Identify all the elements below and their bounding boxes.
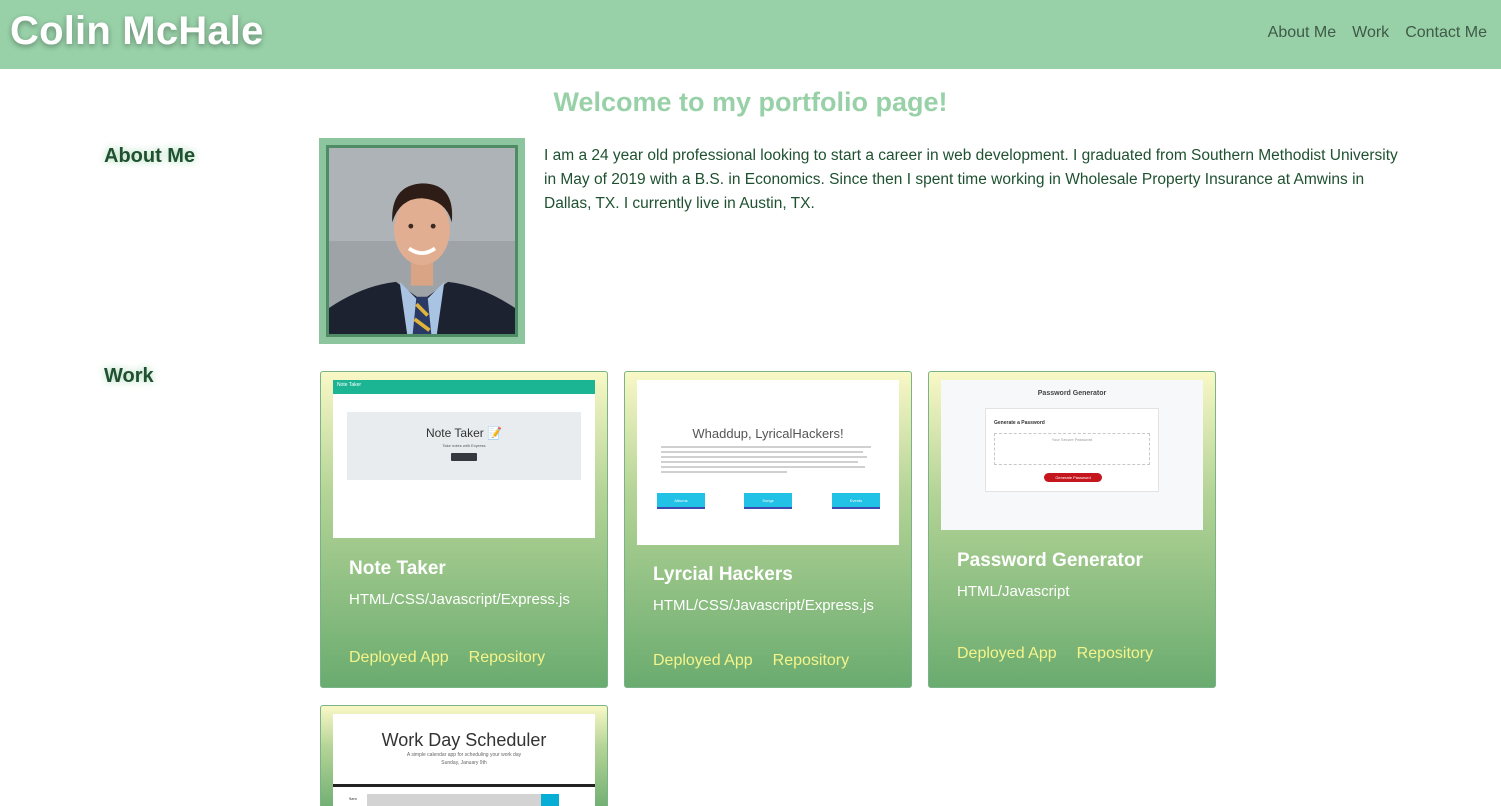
repository-link[interactable]: Repository [773, 652, 849, 670]
screenshot-paragraph [661, 446, 871, 476]
screenshot-button: Songs [744, 493, 792, 509]
screenshot-date: Sunday, January 9th [441, 760, 487, 766]
project-screenshot: Whaddup, LyricalHackers! Albums Songs Ev… [637, 380, 899, 545]
screenshot-heading: Password Generator [1037, 390, 1107, 397]
screenshot-jumbotron: Note Taker 📝 Take notes with Express [347, 412, 581, 480]
project-tech: HTML/CSS/Javascript/Express.js [653, 597, 874, 614]
screenshot-button: Generate Password [1044, 473, 1102, 482]
screenshot-heading: Work Day Scheduler [381, 730, 547, 750]
screenshot-button-label: Events [849, 498, 863, 503]
screenshot-textarea: Your Secure Password [994, 433, 1150, 465]
about-paragraph: I am a 24 year old professional looking … [544, 147, 1398, 212]
screenshot-navbar: Note Taker [333, 380, 595, 394]
welcome-heading: Welcome to my portfolio page! [553, 87, 948, 117]
screenshot-card: Generate a Password Your Secure Password… [985, 408, 1159, 492]
profile-photo-image [329, 148, 515, 334]
project-card-lyrcial-hackers: Whaddup, LyricalHackers! Albums Songs Ev… [624, 371, 912, 688]
nav-about-me[interactable]: About Me [1268, 24, 1336, 42]
screenshot-button: Events [832, 493, 880, 509]
brand-name[interactable]: Colin McHale [10, 9, 264, 54]
main-nav: About Me Work Contact Me [1268, 24, 1487, 42]
project-card-password-generator: Password Generator Generate a Password Y… [928, 371, 1216, 688]
project-card-work-day-scheduler: Work Day Scheduler A simple calendar app… [320, 705, 608, 806]
screenshot-button-label: Songs [762, 498, 774, 503]
screenshot-subtitle: A simple calendar app for scheduling you… [406, 752, 522, 758]
screenshot-save-button [541, 794, 559, 806]
project-links: Deployed App Repository [653, 652, 849, 670]
project-tech: HTML/CSS/Javascript/Express.js [349, 591, 570, 608]
screenshot-heading: Note Taker 📝 [425, 426, 503, 440]
deployed-app-link[interactable]: Deployed App [957, 645, 1057, 663]
work-section-label: Work [104, 365, 154, 387]
project-title: Lyrcial Hackers [653, 564, 793, 585]
screenshot-hour: 9am [349, 796, 357, 801]
project-card-note-taker: Note Taker Note Taker 📝 Take notes with … [320, 371, 608, 688]
repository-link[interactable]: Repository [469, 649, 545, 667]
project-title: Password Generator [957, 550, 1143, 571]
top-navbar: Colin McHale About Me Work Contact Me [0, 0, 1501, 69]
repository-link[interactable]: Repository [1077, 645, 1153, 663]
about-section-label: About Me [104, 145, 196, 167]
screenshot-placeholder: Your Secure Password [1051, 437, 1093, 442]
screenshot-divider [333, 784, 595, 787]
screenshot-card-title: Generate a Password [994, 420, 1045, 426]
screenshot-time-row: 9am [333, 794, 595, 806]
nav-contact-me[interactable]: Contact Me [1405, 24, 1487, 42]
screenshot-button [451, 453, 477, 461]
screenshot-subtitle: Take notes with Express [442, 443, 486, 448]
project-screenshot: Password Generator Generate a Password Y… [941, 380, 1203, 530]
project-tech: HTML/Javascript [957, 583, 1070, 600]
project-links: Deployed App Repository [349, 649, 545, 667]
screenshot-button-label: Generate Password [1055, 475, 1091, 480]
screenshot-navbar-text: Note Taker [337, 382, 362, 388]
project-screenshot: Work Day Scheduler A simple calendar app… [333, 714, 595, 806]
screenshot-button: Albums [657, 493, 705, 509]
screenshot-button-label: Albums [674, 498, 688, 503]
screenshot-heading: Whaddup, LyricalHackers! [692, 426, 844, 441]
deployed-app-link[interactable]: Deployed App [653, 652, 753, 670]
nav-work[interactable]: Work [1352, 24, 1389, 42]
deployed-app-link[interactable]: Deployed App [349, 649, 449, 667]
project-screenshot: Note Taker Note Taker 📝 Take notes with … [333, 380, 595, 538]
profile-photo [319, 138, 525, 344]
project-links: Deployed App Repository [957, 645, 1153, 663]
screenshot-slot [367, 794, 541, 806]
project-title: Note Taker [349, 558, 446, 579]
